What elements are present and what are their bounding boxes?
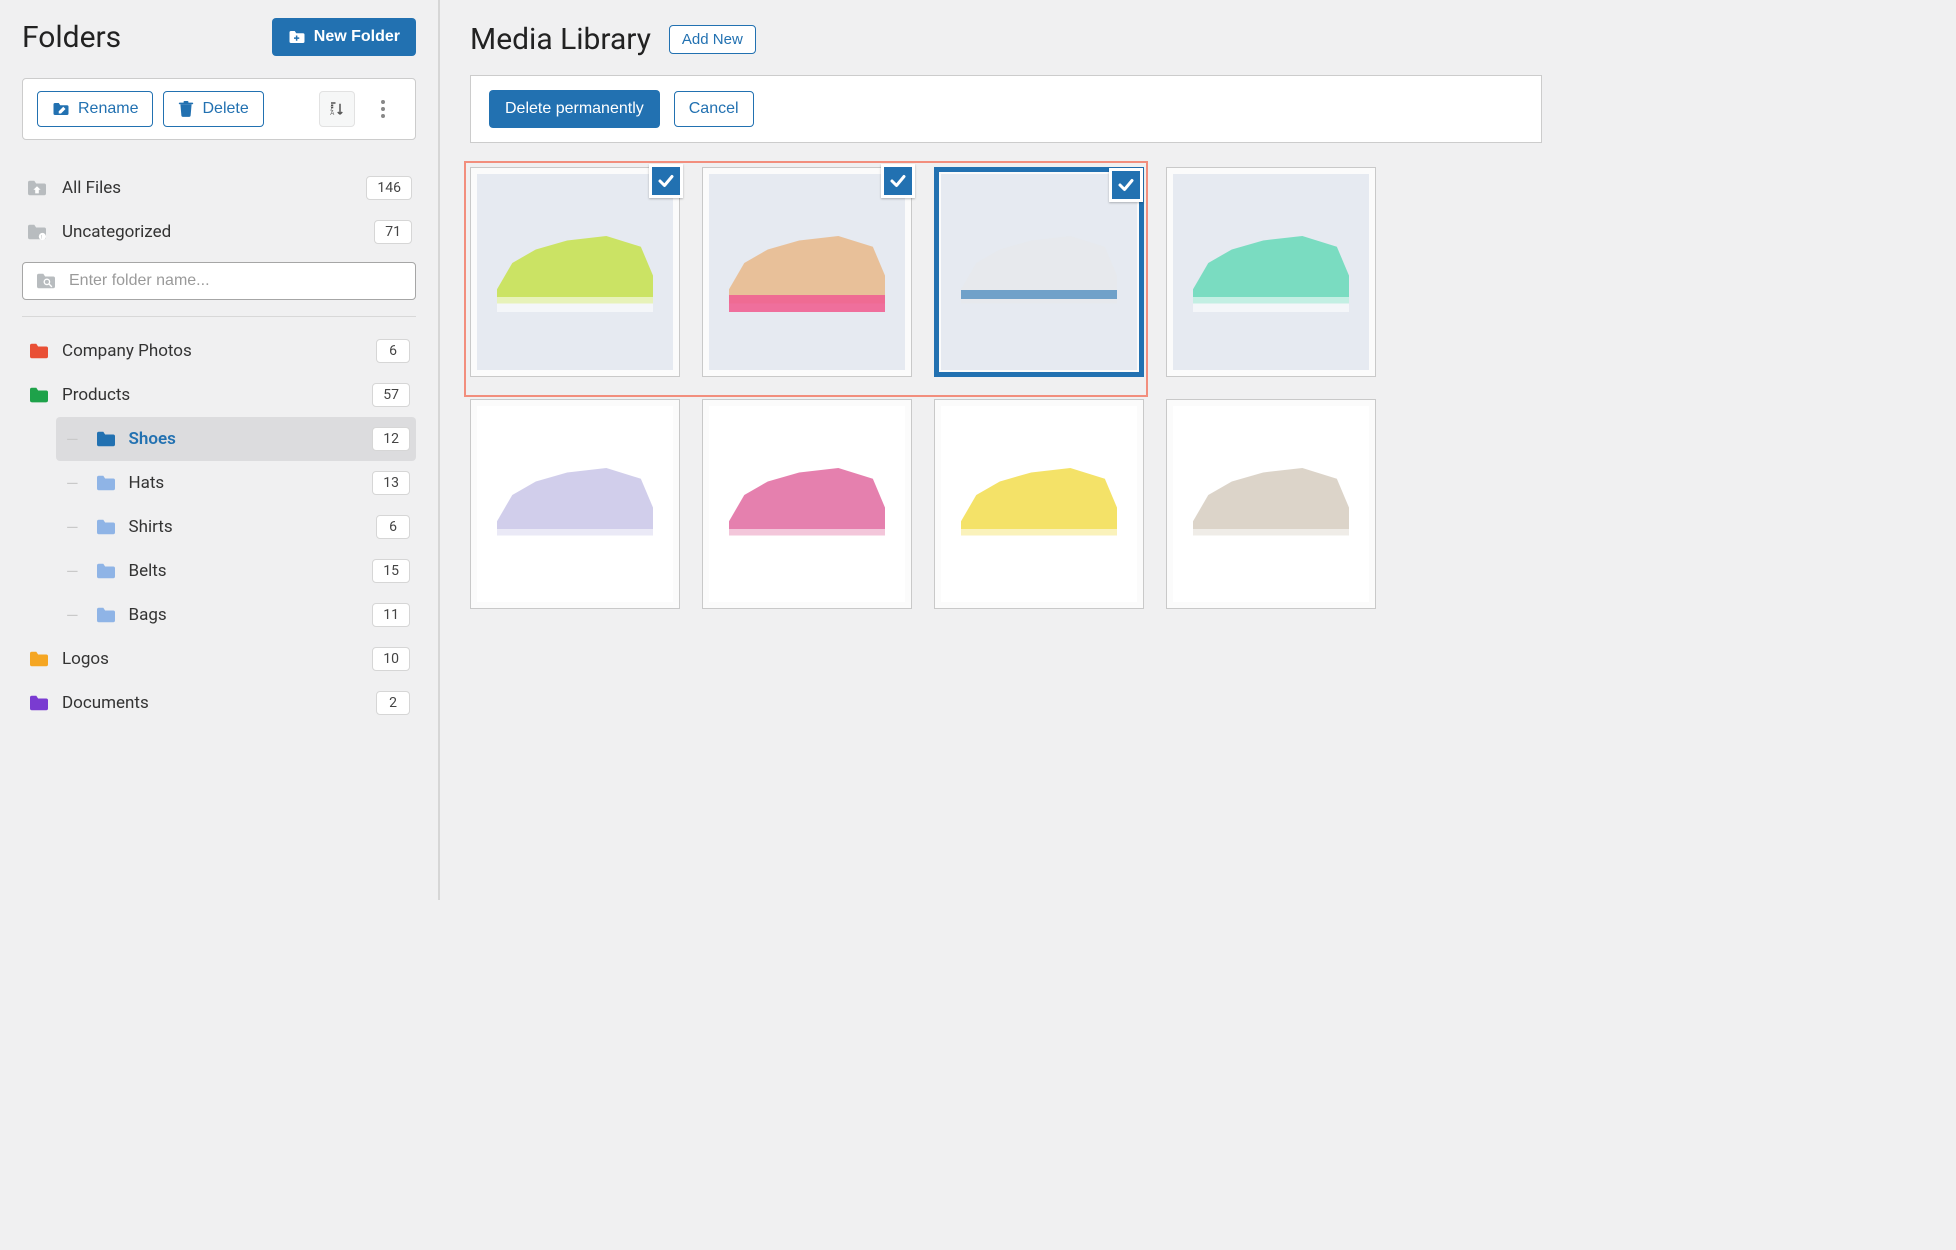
folder-search-icon — [35, 272, 57, 290]
new-folder-label: New Folder — [314, 28, 400, 46]
folder-label: Logos — [62, 649, 360, 669]
folder-search-input[interactable] — [69, 272, 403, 290]
tree-connector: — — [66, 518, 83, 537]
media-grid — [470, 167, 1542, 609]
folder-label: Hats — [129, 473, 361, 493]
media-thumbnail[interactable] — [470, 399, 680, 609]
media-thumbnail[interactable] — [1166, 399, 1376, 609]
media-thumbnail[interactable] — [702, 167, 912, 377]
folder-toolbar: Rename Delete AZ — [22, 78, 416, 140]
tree-connector: — — [66, 562, 83, 581]
folder-icon — [95, 606, 117, 624]
media-image — [1173, 406, 1369, 602]
selected-check-icon — [881, 164, 915, 198]
folder-count: 11 — [372, 603, 410, 627]
folder-count: 2 — [376, 691, 410, 715]
folder-count: 10 — [372, 647, 410, 671]
folders-title: Folders — [22, 20, 121, 55]
folder-icon — [95, 562, 117, 580]
folder-label: Belts — [129, 561, 361, 581]
folder-label: Bags — [129, 605, 361, 625]
folder-count: 12 — [372, 427, 410, 451]
all-files-row[interactable]: All Files 146 — [22, 166, 416, 210]
add-new-button[interactable]: Add New — [669, 25, 756, 54]
folder-item-logos[interactable]: Logos 10 — [22, 637, 416, 681]
divider — [22, 316, 416, 317]
media-thumbnail[interactable] — [470, 167, 680, 377]
media-image — [477, 174, 673, 370]
all-files-count: 146 — [366, 176, 412, 200]
folder-item-documents[interactable]: Documents 2 — [22, 681, 416, 725]
media-image — [941, 406, 1137, 602]
sort-alpha-icon: AZ — [328, 100, 346, 118]
media-library: Media Library Add New Delete permanently… — [440, 0, 1560, 900]
folder-icon — [95, 518, 117, 536]
selected-check-icon — [1109, 168, 1143, 202]
folder-icon — [95, 474, 117, 492]
folder-item-shoes[interactable]: — Shoes 12 — [56, 417, 416, 461]
trash-icon — [178, 100, 194, 118]
folder-tree: Company Photos 6 Products 57 — Shoes 12 … — [22, 329, 416, 725]
uncategorized-count: 71 — [374, 220, 412, 244]
sort-button[interactable]: AZ — [319, 91, 355, 127]
bulk-action-bar: Delete permanently Cancel — [470, 75, 1542, 143]
folder-label: Company Photos — [62, 341, 364, 361]
new-folder-button[interactable]: New Folder — [272, 18, 416, 56]
folder-item-shirts[interactable]: — Shirts 6 — [56, 505, 416, 549]
media-thumbnail[interactable] — [934, 167, 1144, 377]
folder-label: Shoes — [129, 429, 361, 449]
folder-icon — [28, 342, 50, 360]
svg-text:!: ! — [41, 235, 42, 241]
uncategorized-row[interactable]: ! Uncategorized 71 — [22, 210, 416, 254]
folder-icon — [28, 386, 50, 404]
media-library-title: Media Library — [470, 22, 651, 57]
media-image — [941, 174, 1137, 370]
tree-connector: — — [66, 474, 83, 493]
ellipsis-vertical-icon — [380, 99, 386, 119]
folder-item-belts[interactable]: — Belts 15 — [56, 549, 416, 593]
tree-connector: — — [66, 430, 83, 449]
folder-label: Products — [62, 385, 360, 405]
more-options-button[interactable] — [365, 91, 401, 127]
folder-icon — [95, 430, 117, 448]
folder-count: 13 — [372, 471, 410, 495]
folder-plus-icon — [288, 29, 306, 45]
media-image — [477, 406, 673, 602]
media-image — [1173, 174, 1369, 370]
folder-item-bags[interactable]: — Bags 11 — [56, 593, 416, 637]
folder-label: Documents — [62, 693, 364, 713]
delete-permanently-button[interactable]: Delete permanently — [489, 90, 660, 128]
cancel-button[interactable]: Cancel — [674, 91, 754, 127]
media-thumbnail[interactable] — [702, 399, 912, 609]
folder-label: Shirts — [129, 517, 365, 537]
media-image — [709, 174, 905, 370]
folder-count: 6 — [376, 515, 410, 539]
selected-check-icon — [649, 164, 683, 198]
folder-search[interactable] — [22, 262, 416, 300]
home-folder-icon — [26, 179, 48, 197]
media-thumbnail[interactable] — [1166, 167, 1376, 377]
folder-count: 15 — [372, 559, 410, 583]
folder-count: 57 — [372, 383, 410, 407]
folder-icon — [28, 650, 50, 668]
folder-item-hats[interactable]: — Hats 13 — [56, 461, 416, 505]
folders-sidebar: Folders New Folder Rename Delete — [0, 0, 440, 900]
rename-button[interactable]: Rename — [37, 91, 153, 127]
uncategorized-icon: ! — [26, 223, 48, 241]
folder-item-products[interactable]: Products 57 — [22, 373, 416, 417]
media-thumbnail[interactable] — [934, 399, 1144, 609]
folder-count: 6 — [376, 339, 410, 363]
delete-folder-button[interactable]: Delete — [163, 91, 263, 127]
folder-item-company photos[interactable]: Company Photos 6 — [22, 329, 416, 373]
tree-connector: — — [66, 606, 83, 625]
folder-icon — [28, 694, 50, 712]
folder-edit-icon — [52, 101, 70, 117]
media-image — [709, 406, 905, 602]
